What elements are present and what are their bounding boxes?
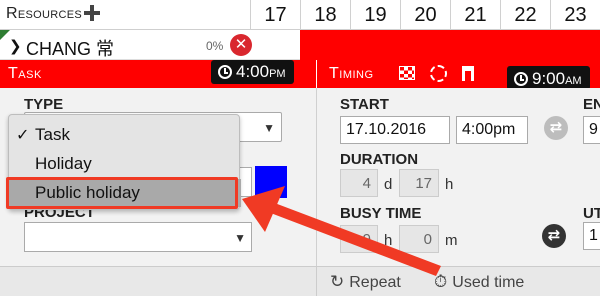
chevron-down-icon: ▼ bbox=[234, 231, 246, 245]
resource-percent: 0% bbox=[206, 39, 224, 53]
end-time-badge: 9:00AM bbox=[507, 66, 590, 90]
highlight-annotation-box bbox=[6, 177, 238, 209]
day-column-header[interactable]: 23 bbox=[550, 0, 600, 30]
start-badge-ampm: PM bbox=[269, 68, 286, 80]
resource-name: CHANG 常 bbox=[26, 39, 115, 59]
busy-time-label: BUSY TIME bbox=[340, 205, 422, 222]
project-select[interactable]: ▼ bbox=[24, 222, 252, 252]
duration-hours-unit: h bbox=[445, 176, 454, 193]
day-column-header[interactable]: 20 bbox=[400, 0, 450, 30]
busy-minutes-input[interactable]: 0 bbox=[399, 225, 439, 253]
color-swatch[interactable] bbox=[255, 166, 287, 198]
swap-start-icon[interactable]: ⇄ bbox=[544, 116, 568, 140]
eraser-icon[interactable] bbox=[462, 66, 474, 81]
timer-icon[interactable] bbox=[430, 65, 447, 82]
timing-panel-title: Timing bbox=[329, 65, 374, 82]
panel-divider bbox=[316, 267, 317, 296]
used-time-label: Used time bbox=[452, 274, 525, 291]
start-date-input[interactable]: 17.10.2016 bbox=[340, 116, 450, 144]
checkmark-icon: ✓ bbox=[16, 127, 30, 144]
swap-busy-icon[interactable]: ⇄ bbox=[542, 224, 566, 248]
busy-hours-unit: h bbox=[384, 232, 393, 249]
start-time-input[interactable]: 4:00pm bbox=[456, 116, 528, 144]
day-column-header[interactable]: 18 bbox=[300, 0, 350, 30]
repeat-button[interactable]: ↻ Repeat bbox=[330, 272, 401, 292]
dropdown-option-label: Task bbox=[35, 125, 70, 144]
checkered-flag-icon[interactable] bbox=[399, 66, 415, 80]
dropdown-option-label: Holiday bbox=[35, 154, 92, 173]
task-bar[interactable] bbox=[300, 30, 600, 60]
start-badge-time: 4:00 bbox=[236, 62, 270, 81]
dropdown-option-task[interactable]: ✓ Task bbox=[9, 121, 241, 149]
duration-hours-input[interactable]: 17 bbox=[399, 169, 439, 197]
chevron-down-icon: ▼ bbox=[263, 121, 275, 135]
stopwatch-icon: ⏱ bbox=[434, 272, 448, 291]
duration-days-unit: d bbox=[384, 176, 393, 193]
chevron-right-icon[interactable]: ❯ bbox=[9, 37, 22, 55]
busy-minutes-unit: m bbox=[445, 232, 458, 249]
repeat-label: Repeat bbox=[349, 274, 401, 291]
calendar-header: Resources 17 18 19 20 21 22 23 bbox=[0, 0, 600, 30]
dropdown-option-holiday[interactable]: Holiday bbox=[9, 150, 241, 178]
used-time-button[interactable]: ⏱ Used time bbox=[434, 272, 524, 292]
day-column-header[interactable]: 19 bbox=[350, 0, 400, 30]
task-editor-window: Resources 17 18 19 20 21 22 23 ❯ CHANG 常… bbox=[0, 0, 600, 296]
day-column-header[interactable]: 17 bbox=[250, 0, 300, 30]
clock-icon bbox=[514, 72, 528, 86]
bottom-toolbar: ↻ Repeat ⏱ Used time bbox=[0, 266, 600, 296]
start-label: START bbox=[340, 96, 389, 113]
day-column-header[interactable]: 21 bbox=[450, 0, 500, 30]
type-label: TYPE bbox=[24, 96, 64, 113]
start-time-badge: 4:00PM bbox=[211, 60, 294, 84]
end-label: EN bbox=[583, 96, 600, 113]
end-badge-time: 9:00 bbox=[532, 69, 566, 88]
repeat-icon: ↻ bbox=[330, 272, 345, 291]
end-input[interactable]: 9 bbox=[583, 116, 600, 144]
clock-icon bbox=[218, 65, 232, 79]
remove-resource-button[interactable]: ✕ bbox=[230, 34, 252, 56]
resource-row[interactable]: ❯ CHANG 常 0% ✕ bbox=[0, 30, 600, 60]
busy-hours-input[interactable]: 9 bbox=[340, 225, 378, 253]
ut-input[interactable]: 1 bbox=[583, 222, 600, 250]
duration-days-input[interactable]: 4 bbox=[340, 169, 378, 197]
add-resource-icon[interactable] bbox=[82, 3, 102, 23]
resources-label: Resources bbox=[6, 5, 82, 22]
day-column-header[interactable]: 22 bbox=[500, 0, 550, 30]
ut-label: UT bbox=[583, 205, 600, 222]
task-panel-title: Task bbox=[8, 65, 42, 82]
end-badge-ampm: AM bbox=[565, 75, 582, 87]
duration-label: DURATION bbox=[340, 151, 419, 168]
